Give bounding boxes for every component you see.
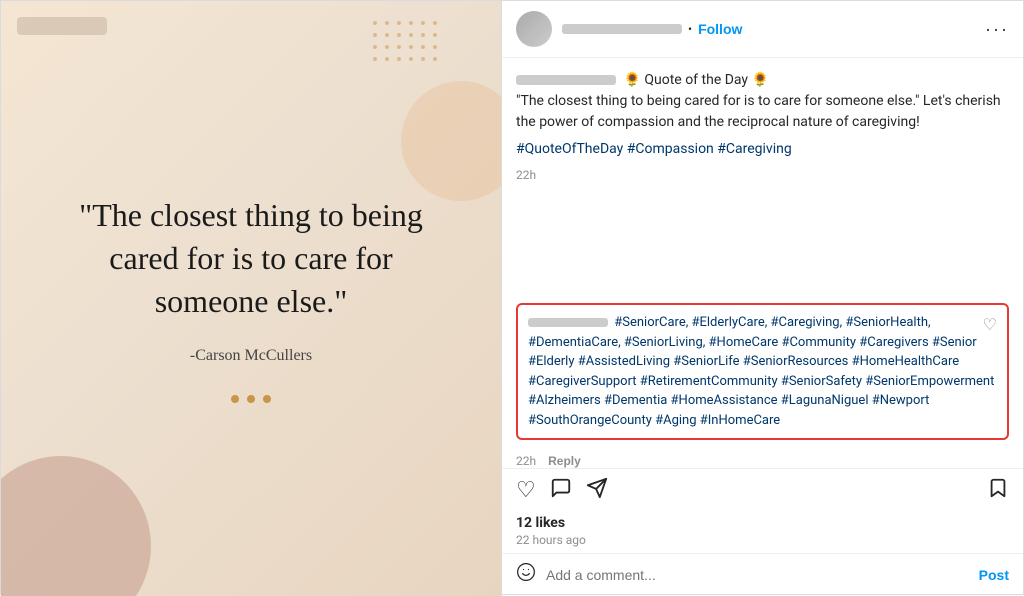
bottom-dots-decoration (231, 395, 271, 403)
comment-hashtags: #SeniorCare, #ElderlyCare, #Caregiving, … (528, 315, 994, 428)
logo (17, 17, 107, 35)
caption-username (516, 75, 616, 85)
comment-heart-icon[interactable]: ♡ (983, 313, 997, 337)
likes-section: 12 likes 22 hours ago (502, 511, 1023, 553)
follow-button[interactable]: Follow (698, 21, 742, 37)
post-header: • Follow ··· (502, 1, 1023, 58)
comment-highlight-box: #SeniorCare, #ElderlyCare, #Caregiving, … (516, 303, 1009, 440)
comment-footer: 22h Reply (502, 454, 1023, 468)
comment-input[interactable] (546, 567, 969, 583)
caption-text: 🌻 Quote of the Day 🌻 "The closest thing … (516, 70, 1009, 133)
post-timestamp-caption: 22h (516, 166, 1009, 184)
post-comment-button[interactable]: Post (979, 567, 1009, 583)
likes-count: 12 likes (516, 515, 1009, 531)
reply-button[interactable]: Reply (548, 454, 581, 468)
post-image: "The closest thing to being cared for is… (1, 1, 501, 596)
comment-button[interactable] (550, 477, 572, 503)
comment-username (528, 318, 608, 327)
post-age: 22 hours ago (516, 533, 1009, 547)
quote-text: "The closest thing to being cared for is… (31, 194, 471, 324)
dots-decoration (373, 21, 441, 65)
caption-body: "The closest thing to being cared for is… (516, 93, 1001, 130)
bookmark-button[interactable] (987, 477, 1009, 503)
author-text: -Carson McCullers (190, 347, 312, 365)
dot-separator: • (688, 22, 692, 36)
caption-header: 🌻 Quote of the Day 🌻 (623, 72, 768, 88)
header-username-area: • Follow (562, 21, 975, 37)
caption-area: 🌻 Quote of the Day 🌻 "The closest thing … (502, 58, 1023, 295)
comment-timestamp: 22h (516, 454, 536, 468)
avatar (516, 11, 552, 47)
right-panel: • Follow ··· 🌻 Quote of the Day 🌻 "The c… (501, 1, 1023, 596)
more-options-button[interactable]: ··· (985, 20, 1009, 38)
action-bar: ♡ (502, 468, 1023, 511)
emoji-button[interactable] (516, 562, 536, 588)
share-button[interactable] (586, 477, 608, 503)
like-button[interactable]: ♡ (516, 479, 536, 501)
add-comment-bar: Post (502, 553, 1023, 596)
username-blur (562, 24, 682, 34)
caption-hashtags: #QuoteOfTheDay #Compassion #Caregiving (516, 139, 1009, 160)
